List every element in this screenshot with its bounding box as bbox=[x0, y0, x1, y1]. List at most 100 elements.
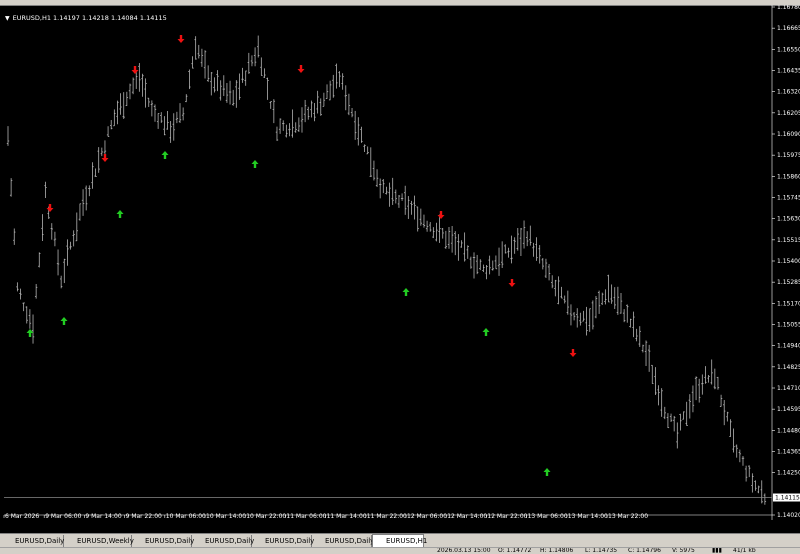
ohlc-bar bbox=[716, 376, 720, 390]
ohlc-bar bbox=[169, 121, 172, 143]
ohlc-bar bbox=[94, 168, 97, 177]
chart-tab-6[interactable]: EURUSD,Daily bbox=[312, 535, 374, 547]
ohlc-bar bbox=[669, 413, 673, 422]
price-tick-label: 1.16780 bbox=[777, 5, 800, 11]
time-tick-label: 12 Mar 22:00 bbox=[487, 513, 527, 520]
ohlc-bar bbox=[616, 286, 620, 315]
price-tick-label: 1.15055 bbox=[777, 322, 800, 329]
price-tick-label: 1.14020 bbox=[777, 512, 800, 519]
ohlc-bar bbox=[566, 290, 570, 315]
price-chart[interactable]: 1.16780 1.16665 1.16550 1.16435 1.16320 1.162… bbox=[0, 5, 800, 520]
ohlc-bar bbox=[307, 106, 310, 120]
ohlc-bar bbox=[447, 226, 451, 249]
ohlc-bar bbox=[257, 35, 260, 58]
ohlc-bar bbox=[288, 123, 291, 137]
fractal-down-arrow-icon bbox=[131, 66, 139, 74]
ohlc-bar bbox=[41, 214, 44, 241]
ohlc-bar bbox=[719, 394, 723, 407]
price-tick-label: 1.16320 bbox=[777, 89, 800, 96]
ohlc-bar bbox=[432, 227, 435, 239]
ohlc-bar bbox=[466, 245, 469, 259]
ohlc-bar bbox=[679, 413, 682, 431]
ohlc-bar bbox=[53, 231, 57, 247]
collapse-triangle-icon[interactable]: ▼ bbox=[5, 15, 10, 22]
fractal-up-arrow-icon bbox=[482, 328, 490, 336]
ohlc-bar bbox=[191, 56, 194, 69]
ohlc-bar bbox=[34, 283, 38, 299]
price-tick-label: 1.14250 bbox=[777, 470, 800, 477]
ohlc-bar bbox=[763, 493, 767, 505]
ohlc-bar bbox=[147, 97, 150, 107]
ohlc-bar bbox=[410, 200, 413, 215]
ohlc-bar bbox=[316, 90, 319, 114]
ohlc-bar bbox=[629, 318, 632, 328]
ohlc-bar bbox=[416, 206, 419, 232]
fractal-down-arrow-icon bbox=[437, 211, 445, 219]
ohlc-bar bbox=[378, 178, 382, 199]
ohlc-bar bbox=[688, 394, 692, 419]
ohlc-bar bbox=[576, 308, 579, 328]
fractal-up-arrow-icon bbox=[60, 317, 68, 325]
ohlc-bar bbox=[519, 228, 523, 256]
chart-tab-bar: EURUSD,Daily EURUSD,Weekly EURUSD,Daily EUR… bbox=[0, 533, 800, 548]
ohlc-bar bbox=[31, 314, 35, 344]
ohlc-bar bbox=[394, 189, 398, 204]
ohlc-bar bbox=[178, 103, 182, 124]
ohlc-bar bbox=[103, 140, 107, 156]
ohlc-bar bbox=[225, 82, 229, 103]
chart-svg[interactable]: 1.16780 1.16665 1.16550 1.16435 1.16320 1.162… bbox=[0, 5, 800, 520]
price-tick-label: 1.16205 bbox=[777, 110, 800, 117]
fractal-down-arrow-icon bbox=[569, 349, 577, 357]
ohlc-bar bbox=[106, 126, 110, 137]
ohlc-bar bbox=[84, 185, 88, 211]
chart-tab-4[interactable]: EURUSD,Daily bbox=[192, 535, 254, 547]
ohlc-bar bbox=[319, 98, 322, 116]
ohlc-bar bbox=[300, 107, 304, 133]
ohlc-bar bbox=[19, 288, 22, 300]
price-tick-label: 1.14365 bbox=[777, 449, 800, 456]
chart-tab-1[interactable]: EURUSD,Daily bbox=[2, 535, 64, 547]
ohlc-bar bbox=[335, 63, 338, 89]
ohlc-bar bbox=[694, 376, 698, 401]
fractal-down-arrow-icon bbox=[101, 154, 109, 162]
price-tick-label: 1.15860 bbox=[777, 173, 800, 180]
ohlc-bar bbox=[707, 374, 710, 383]
time-tick-label: 10 Mar 06:00 bbox=[166, 513, 206, 520]
ohlc-bar bbox=[200, 48, 204, 67]
ohlc-bar bbox=[413, 195, 416, 220]
ohlc-bar bbox=[385, 186, 388, 195]
chart-tab-3[interactable]: EURUSD,Daily bbox=[132, 535, 194, 547]
ohlc-bar bbox=[282, 120, 285, 131]
ohlc-bar bbox=[310, 100, 313, 118]
ohlc-bar bbox=[682, 411, 685, 420]
ohlc-bar bbox=[78, 203, 82, 221]
chart-tab-5[interactable]: EURUSD,Daily bbox=[252, 535, 314, 547]
ohlc-bar bbox=[525, 231, 529, 247]
ohlc-bar bbox=[228, 80, 232, 105]
ohlc-bar bbox=[88, 185, 91, 197]
ohlc-bar bbox=[66, 239, 69, 266]
ohlc-bar bbox=[206, 65, 210, 82]
chart-tab-7[interactable]: EURUSD,H1 bbox=[372, 534, 427, 548]
ohlc-bar bbox=[197, 44, 200, 59]
price-tick-label: 1.15285 bbox=[777, 279, 800, 286]
ohlc-bar bbox=[732, 428, 735, 453]
ohlc-bar bbox=[751, 473, 754, 493]
ohlc-bar bbox=[500, 241, 504, 268]
ohlc-bar bbox=[231, 89, 235, 106]
fractal-up-arrow-icon bbox=[161, 151, 169, 159]
ohlc-bar bbox=[663, 406, 666, 420]
ohlc-bar bbox=[238, 73, 241, 100]
ohlc-bar bbox=[748, 465, 751, 478]
ohlc-bar bbox=[651, 364, 654, 384]
ohlc-bar bbox=[610, 284, 613, 304]
ohlc-bar bbox=[760, 480, 763, 504]
time-tick-label: 9 Mar 14:00 bbox=[85, 513, 121, 520]
chart-tab-2[interactable]: EURUSD,Weekly bbox=[64, 535, 134, 547]
ohlc-bar bbox=[585, 306, 588, 336]
ohlc-bar bbox=[516, 227, 519, 251]
ohlc-bar bbox=[269, 101, 272, 109]
ohlc-bar bbox=[344, 85, 347, 111]
time-tick-label: 9 Mar 22:00 bbox=[126, 513, 162, 520]
ohlc-bar bbox=[460, 240, 463, 248]
